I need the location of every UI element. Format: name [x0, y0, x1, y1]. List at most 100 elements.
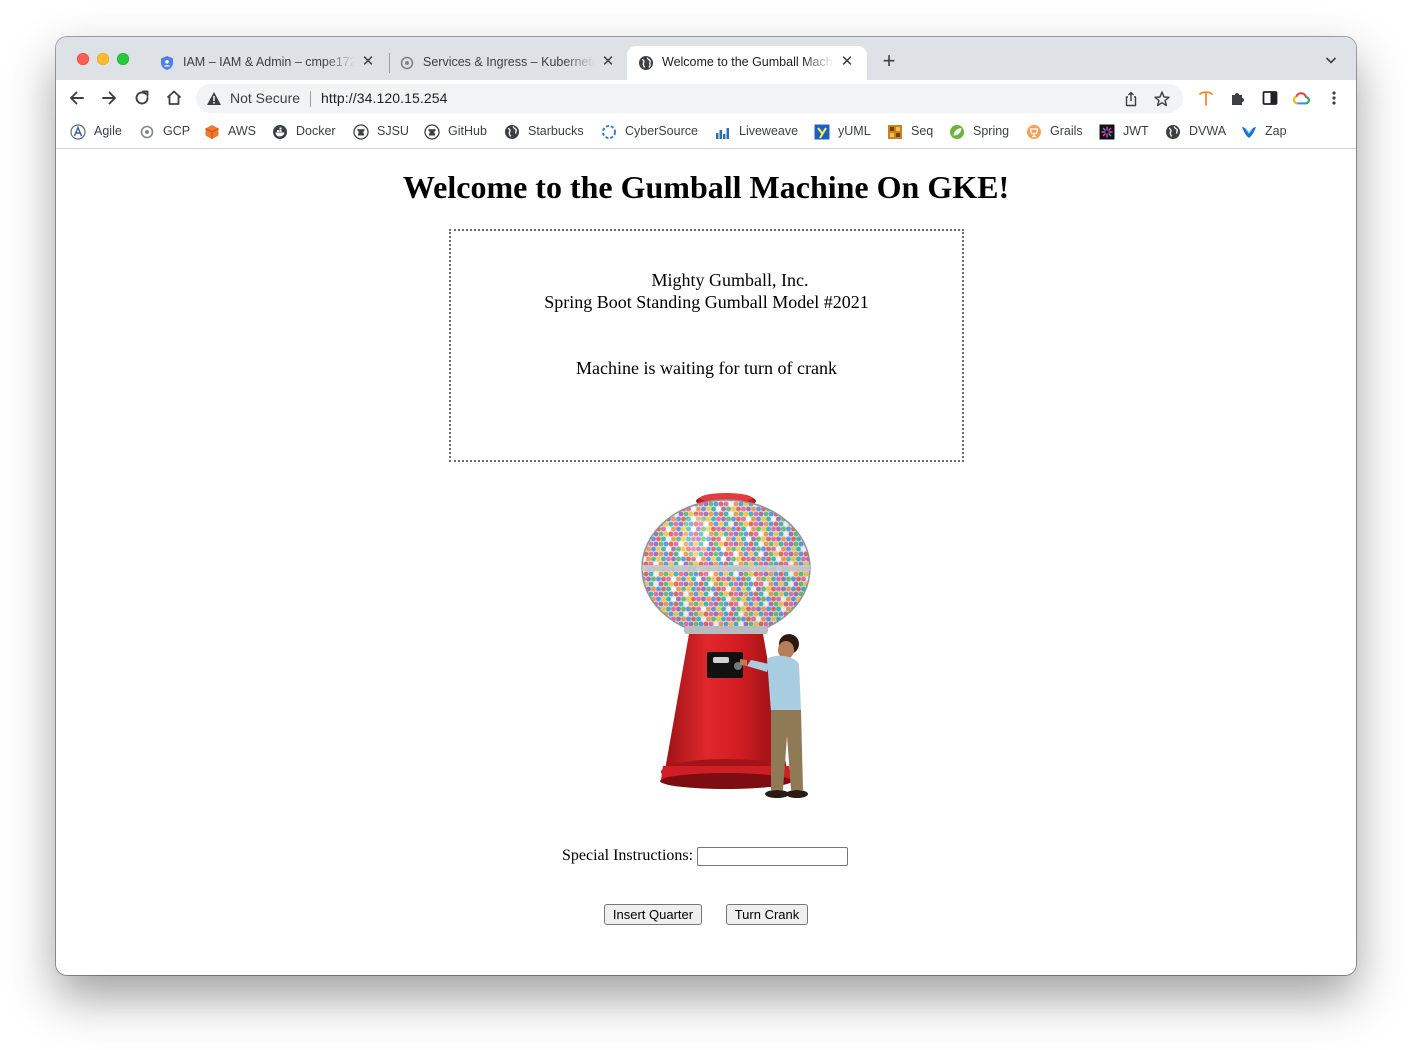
- gumball: [791, 516, 796, 522]
- tab-iam[interactable]: IAM – IAM & Admin – cmpe172 ✕: [148, 46, 388, 80]
- insert-quarter-button[interactable]: Insert Quarter: [604, 904, 702, 925]
- gumball: [646, 616, 651, 622]
- gumball: [808, 601, 810, 607]
- model-name: Spring Boot Standing Gumball Model #2021: [544, 292, 869, 312]
- gumball: [811, 577, 816, 582]
- tab-services-ingress[interactable]: Services & Ingress – Kubernetes ✕: [388, 46, 628, 80]
- gcp-icon: [140, 125, 154, 139]
- gumball: [811, 617, 816, 622]
- gumball: [783, 621, 789, 627]
- gumball: [803, 501, 809, 507]
- home-icon[interactable]: [164, 88, 184, 108]
- gumball: [646, 516, 651, 522]
- gumball: [781, 626, 786, 632]
- new-tab-button[interactable]: +: [878, 50, 900, 73]
- close-icon[interactable]: ✕: [839, 54, 855, 70]
- gumball: [808, 531, 810, 537]
- gumball: [791, 616, 796, 622]
- extensions-puzzle-icon[interactable]: [1229, 89, 1247, 107]
- gumball: [796, 626, 801, 632]
- gumball: [643, 521, 649, 527]
- warning-icon[interactable]: [206, 91, 222, 106]
- share-icon[interactable]: [1123, 91, 1139, 107]
- gumball: [808, 511, 810, 517]
- gumball: [643, 621, 649, 627]
- close-icon[interactable]: ✕: [600, 54, 616, 70]
- browser-toolbar: Not Secure http://34.120.15.254: [56, 80, 1356, 117]
- security-status[interactable]: Not Secure: [230, 90, 300, 106]
- gumball: [811, 567, 816, 572]
- gumball: [663, 511, 669, 517]
- gumball: [678, 631, 684, 636]
- gumball: [793, 521, 799, 527]
- close-window-button[interactable]: [77, 53, 89, 65]
- google-cloud-icon[interactable]: [1292, 89, 1310, 107]
- gumball: [658, 501, 664, 507]
- back-arrow-icon[interactable]: [67, 88, 87, 108]
- gumball: [806, 596, 810, 602]
- gumball: [808, 591, 810, 597]
- gumball: [778, 501, 784, 507]
- maximize-window-button[interactable]: [117, 53, 129, 65]
- spring-icon: [950, 125, 964, 139]
- side-panel-icon[interactable]: [1261, 89, 1279, 107]
- docker-icon: [273, 125, 287, 139]
- gumball: [642, 516, 646, 522]
- gumball: [673, 631, 679, 636]
- gumball: [793, 621, 799, 627]
- gumball: [643, 511, 649, 517]
- gumball: [678, 501, 684, 507]
- address-bar[interactable]: Not Secure http://34.120.15.254: [196, 84, 1183, 113]
- bookmark-label: Starbucks: [528, 124, 584, 138]
- gumball: [801, 516, 806, 522]
- gumball: [673, 501, 679, 507]
- gumball: [642, 501, 644, 507]
- gumball: [661, 626, 666, 632]
- url-text[interactable]: http://34.120.15.254: [321, 90, 448, 106]
- minimize-window-button[interactable]: [97, 53, 109, 65]
- company-name: Mighty Gumball, Inc.: [651, 270, 809, 290]
- gumball: [642, 526, 646, 532]
- gumball: [668, 621, 674, 627]
- forward-arrow-icon[interactable]: [99, 88, 119, 108]
- gumball: [803, 521, 809, 527]
- gumball: [642, 521, 644, 527]
- tab-title: Services & Ingress – Kubernetes: [423, 55, 595, 69]
- gumball: [768, 631, 774, 636]
- gumball: [808, 521, 810, 527]
- gumball: [656, 626, 661, 632]
- gumball: [776, 506, 781, 512]
- more-menu-icon[interactable]: [1325, 89, 1343, 107]
- pickaxe-extension-icon[interactable]: [1197, 89, 1215, 107]
- gumball: [642, 536, 646, 542]
- liveweave-icon: [716, 128, 729, 139]
- tab-strip: IAM – IAM & Admin – cmpe172 ✕ Services &…: [56, 37, 1356, 80]
- gumball: [646, 526, 651, 532]
- chevron-down-icon[interactable]: [1324, 53, 1338, 67]
- turn-crank-button[interactable]: Turn Crank: [726, 904, 808, 925]
- gumball: [778, 621, 784, 627]
- close-icon[interactable]: ✕: [360, 54, 376, 70]
- globe-icon: [505, 125, 519, 139]
- gumball: [793, 501, 799, 507]
- gumball: [643, 601, 649, 607]
- special-instructions-input[interactable]: [697, 847, 848, 866]
- gumball: [653, 521, 659, 527]
- gumball: [642, 606, 646, 612]
- gumball: [773, 501, 779, 507]
- gumball: [803, 601, 809, 607]
- gumball: [642, 616, 646, 622]
- reload-icon[interactable]: [132, 88, 152, 108]
- tab-gumball-active[interactable]: Welcome to the Gumball Machine ✕: [627, 46, 867, 80]
- bookmark-label: GitHub: [448, 124, 487, 138]
- gumball: [666, 506, 671, 512]
- gumball: [661, 616, 666, 622]
- gumball: [801, 626, 806, 632]
- jwt-icon: [1099, 124, 1115, 140]
- gumball: [781, 506, 786, 512]
- gumball: [663, 631, 669, 636]
- gumball: [786, 616, 791, 622]
- gumball: [778, 631, 784, 636]
- gumball: [798, 611, 804, 617]
- bookmark-star-icon[interactable]: [1153, 90, 1171, 108]
